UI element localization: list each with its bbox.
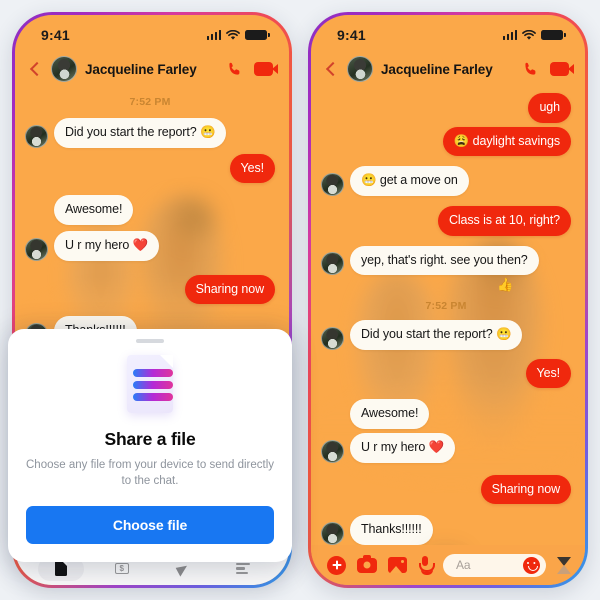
status-time: 9:41 xyxy=(337,27,366,43)
message-input[interactable]: Aa xyxy=(443,553,546,577)
poll-icon xyxy=(235,563,250,574)
message-row: U r my hero ❤️ xyxy=(25,230,275,261)
message-row: Awesome! xyxy=(25,195,275,225)
header-actions xyxy=(522,61,574,78)
avatar[interactable] xyxy=(51,56,77,82)
message-bubble-incoming[interactable]: Thanks!!!!!! xyxy=(350,515,433,545)
message-row: Did you start the report? 😬 xyxy=(321,320,571,350)
camera-icon[interactable] xyxy=(357,554,377,573)
status-bar: 9:41 xyxy=(311,15,585,49)
battery-icon xyxy=(245,29,270,41)
message-bubble-incoming[interactable]: 😬 get a move on xyxy=(350,166,469,196)
money-icon: $ xyxy=(114,563,129,574)
page-title: Jacqueline Farley xyxy=(381,61,493,77)
message-bubble-incoming[interactable]: yep, that's right. see you then? xyxy=(350,245,539,276)
video-call-icon[interactable] xyxy=(550,62,574,76)
status-time: 9:41 xyxy=(41,27,70,43)
message-bubble-incoming[interactable]: Did you start the report? 😬 xyxy=(54,118,227,148)
status-icons xyxy=(502,29,566,41)
message-bubble-incoming[interactable]: U r my hero ❤️ xyxy=(350,433,456,463)
message-bubble-outgoing[interactable]: Sharing now xyxy=(184,274,275,305)
status-icons xyxy=(206,29,270,41)
message-bubble-incoming[interactable]: Awesome! xyxy=(350,399,430,429)
composer-right: Aa xyxy=(311,545,585,585)
message-bubble-outgoing[interactable]: Sharing now xyxy=(480,474,571,505)
message-row: Did you start the report? 😬 xyxy=(25,118,275,148)
avatar xyxy=(25,237,48,261)
file-document-glyph xyxy=(127,354,173,413)
message-row: 😬 get a move on xyxy=(321,166,571,196)
message-row: ugh xyxy=(321,93,571,123)
signal-bars-icon xyxy=(502,30,517,40)
message-row: 😩 daylight savings xyxy=(321,126,571,157)
choose-file-button[interactable]: Choose file xyxy=(26,506,274,544)
chat-header: Jacqueline Farley xyxy=(311,49,585,89)
sheet-grabber[interactable] xyxy=(136,338,164,343)
message-list-right[interactable]: ugh 😩 daylight savings 😬 get a move on C… xyxy=(311,89,585,545)
message-input-placeholder: Aa xyxy=(456,558,471,572)
message-row: Thanks!!!!!! xyxy=(321,515,571,545)
back-chevron-icon[interactable] xyxy=(27,61,43,77)
document-icon xyxy=(55,561,68,576)
message-row: Awesome! xyxy=(321,399,571,429)
message-bubble-outgoing[interactable]: ugh xyxy=(528,93,571,123)
page-title: Jacqueline Farley xyxy=(85,61,197,77)
message-row: Yes! xyxy=(25,153,275,184)
avatar xyxy=(321,252,344,276)
message-bubble-incoming[interactable]: Did you start the report? 😬 xyxy=(350,320,523,350)
avatar xyxy=(321,326,344,350)
hourglass-icon[interactable] xyxy=(557,556,571,575)
timestamp-divider: 7:52 PM xyxy=(129,96,171,108)
avatar xyxy=(321,439,344,463)
message-bubble-outgoing[interactable]: 😩 daylight savings xyxy=(442,126,571,157)
message-row: Yes! xyxy=(321,358,571,389)
avatar xyxy=(25,124,48,148)
wifi-icon xyxy=(522,29,536,40)
wifi-icon xyxy=(226,29,240,40)
signal-bars-icon xyxy=(206,30,221,40)
timestamp-divider: 7:52 PM xyxy=(425,300,467,313)
message-row: Sharing now xyxy=(25,274,275,305)
battery-icon xyxy=(541,29,566,41)
message-bubble-incoming[interactable]: U r my hero ❤️ xyxy=(54,230,160,261)
phone-call-icon[interactable] xyxy=(226,61,243,78)
microphone-icon[interactable] xyxy=(418,556,435,574)
phone-right-screen: 9:41 Jacqueline Farley ugh 😩 daylight sa… xyxy=(311,15,585,585)
sheet-title: Share a file xyxy=(104,428,196,449)
smiley-icon[interactable] xyxy=(523,556,540,574)
message-reaction[interactable]: 👍 xyxy=(497,277,513,293)
message-bubble-outgoing[interactable]: Yes! xyxy=(525,358,571,389)
avatar xyxy=(321,521,344,545)
message-row: Class is at 10, right? xyxy=(321,205,571,236)
header-actions xyxy=(226,61,278,78)
message-bubble-outgoing[interactable]: Class is at 10, right? xyxy=(437,205,571,236)
avatar-spacer xyxy=(25,202,48,225)
back-chevron-icon[interactable] xyxy=(323,61,339,77)
message-bubble-incoming[interactable]: Awesome! xyxy=(54,195,134,225)
share-file-sheet: Share a file Choose any file from your d… xyxy=(8,328,292,562)
phone-right: 9:41 Jacqueline Farley ugh 😩 daylight sa… xyxy=(308,12,588,588)
message-row: U r my hero ❤️ xyxy=(321,433,571,463)
plus-icon[interactable] xyxy=(327,555,346,575)
sheet-subtitle: Choose any file from your device to send… xyxy=(26,458,275,488)
phone-call-icon[interactable] xyxy=(522,61,539,78)
send-location-icon xyxy=(175,560,190,577)
message-bubble-outgoing[interactable]: Yes! xyxy=(229,153,275,184)
video-call-icon[interactable] xyxy=(254,62,278,76)
message-row: Sharing now xyxy=(321,474,571,505)
avatar-spacer xyxy=(321,406,344,429)
status-bar: 9:41 xyxy=(15,15,289,49)
chat-header: Jacqueline Farley xyxy=(15,49,289,89)
avatar[interactable] xyxy=(347,56,373,82)
avatar xyxy=(321,172,344,196)
message-row: yep, that's right. see you then? xyxy=(321,245,571,276)
gallery-icon[interactable] xyxy=(388,557,407,573)
